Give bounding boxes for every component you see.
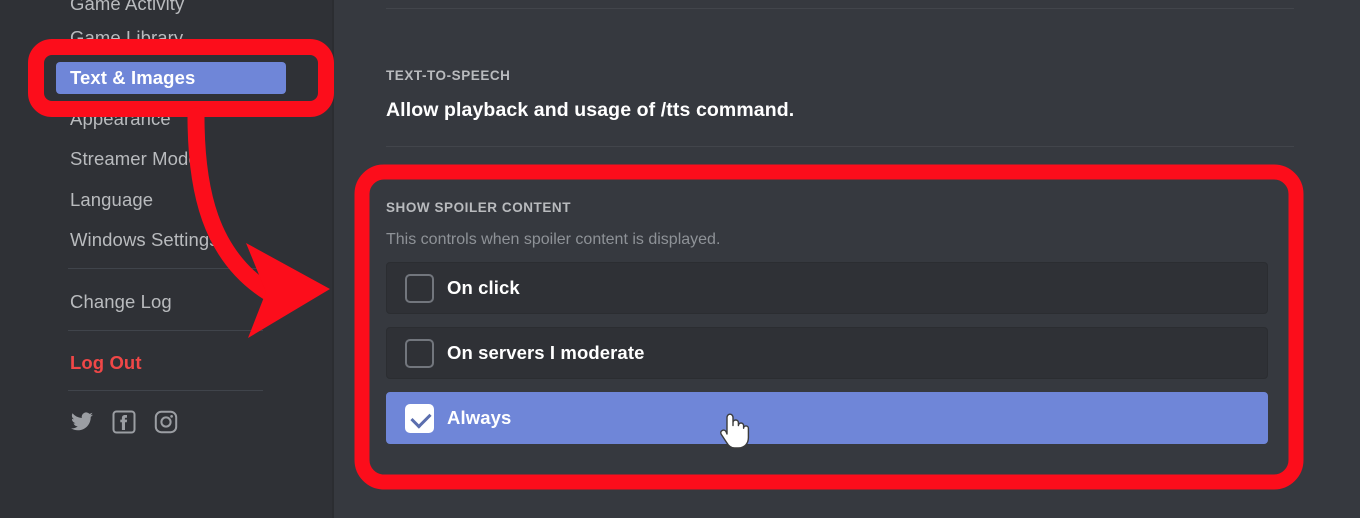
text-to-speech-section-label: TEXT-TO-SPEECH [386, 68, 511, 83]
sidebar-item-appearance[interactable]: Appearance [56, 103, 286, 135]
option-label: On servers I moderate [447, 342, 645, 363]
spoiler-option-on-servers-i-moderate[interactable]: On servers I moderate [386, 327, 1268, 379]
settings-sidebar: Game Activity Game Library Text & Images… [0, 0, 332, 518]
spoiler-option-on-click[interactable]: On click [386, 262, 1268, 314]
sidebar-item-label: Change Log [70, 291, 172, 312]
sidebar-item-label: Streamer Mode [70, 148, 199, 169]
sidebar-item-streamer-mode[interactable]: Streamer Mode [56, 143, 286, 175]
sidebar-item-game-activity[interactable]: Game Activity [56, 0, 286, 20]
sidebar-item-text-and-images[interactable]: Text & Images [56, 62, 286, 94]
sidebar-item-label: Language [70, 189, 154, 210]
checkbox[interactable] [405, 404, 434, 433]
sidebar-item-windows-settings[interactable]: Windows Settings [56, 224, 286, 256]
sidebar-item-label: Appearance [70, 108, 171, 129]
content-divider [386, 8, 1294, 9]
text-to-speech-title: Allow playback and usage of /tts command… [386, 99, 795, 121]
check-icon [410, 407, 432, 429]
spoiler-section-label: SHOW SPOILER CONTENT [386, 200, 572, 215]
checkbox[interactable] [405, 339, 434, 368]
sidebar-item-language[interactable]: Language [56, 184, 286, 216]
checkbox[interactable] [405, 274, 434, 303]
sidebar-item-label: Game Activity [70, 0, 185, 14]
discord-settings-screenshot: Game Activity Game Library Text & Images… [0, 0, 1360, 518]
sidebar-divider [68, 330, 263, 331]
content-divider [386, 146, 1294, 147]
sidebar-divider [68, 390, 263, 391]
sidebar-item-label: Log Out [70, 352, 142, 373]
spoiler-option-always[interactable]: Always [386, 392, 1268, 444]
spoiler-section-description: This controls when spoiler content is di… [386, 231, 721, 248]
social-links [70, 410, 178, 434]
sidebar-item-label: Game Library [70, 27, 184, 48]
sidebar-item-log-out[interactable]: Log Out [56, 347, 286, 379]
sidebar-item-label: Windows Settings [70, 229, 219, 250]
instagram-icon[interactable] [154, 410, 178, 434]
twitter-icon[interactable] [70, 410, 94, 434]
option-label: On click [447, 277, 520, 298]
sidebar-divider [68, 268, 263, 269]
sidebar-item-label: Text & Images [70, 67, 196, 88]
sidebar-item-game-library[interactable]: Game Library [56, 22, 286, 54]
settings-main-panel: TEXT-TO-SPEECH Allow playback and usage … [334, 0, 1360, 518]
pointing-hand-cursor [720, 413, 750, 449]
sidebar-item-change-log[interactable]: Change Log [56, 286, 286, 318]
facebook-icon[interactable] [112, 410, 136, 434]
option-label: Always [447, 407, 512, 428]
